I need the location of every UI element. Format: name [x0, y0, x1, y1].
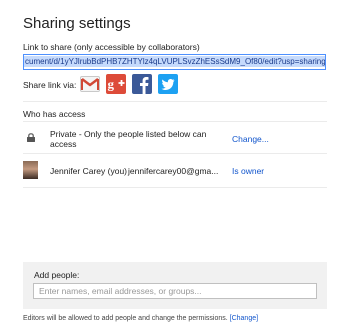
add-people-label: Add people:	[34, 270, 80, 280]
share-via-label: Share link via:	[23, 80, 77, 90]
share-link-value: cument/d/1yYJlrubBdPHB7ZHTYlz4qLVUPLSvzZ…	[24, 56, 326, 67]
divider	[23, 187, 327, 188]
share-link-field[interactable]: cument/d/1yYJlrubBdPHB7ZHTYlz4qLVUPLSvzZ…	[23, 54, 326, 70]
add-people-input[interactable]	[33, 283, 317, 299]
divider	[23, 121, 327, 122]
divider	[23, 153, 327, 154]
change-permissions-link[interactable]: [Change]	[230, 315, 258, 322]
avatar	[23, 161, 38, 179]
footer-text: Editors will be allowed to add people an…	[23, 315, 228, 322]
google-plus-icon[interactable]: g	[106, 74, 126, 94]
link-label: Link to share (only accessible by collab…	[23, 42, 200, 52]
gmail-icon[interactable]	[80, 74, 100, 94]
lock-icon	[27, 133, 35, 142]
user-email: jennifercarey00@gma...	[128, 166, 219, 176]
change-visibility-link[interactable]: Change...	[232, 134, 269, 144]
who-has-access-label: Who has access	[23, 109, 86, 119]
twitter-icon[interactable]	[158, 74, 178, 94]
user-name: Jennifer Carey (you)	[50, 166, 128, 176]
visibility-description: Private - Only the people listed below c…	[50, 129, 207, 149]
user-role: Is owner	[232, 166, 265, 176]
svg-text:g: g	[108, 77, 115, 92]
footer-note: Editors will be allowed to add people an…	[23, 315, 258, 322]
dialog-title: Sharing settings	[23, 15, 131, 32]
divider	[23, 101, 327, 102]
facebook-icon[interactable]	[132, 74, 152, 94]
